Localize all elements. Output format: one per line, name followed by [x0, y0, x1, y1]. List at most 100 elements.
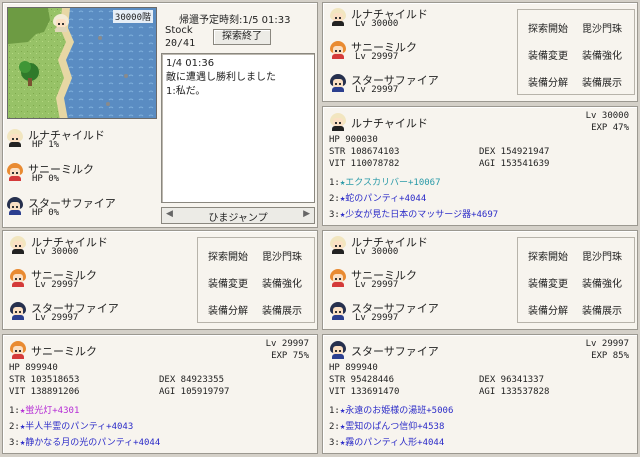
detail-str: STR 95428446: [329, 375, 395, 385]
equip-strengthen-button[interactable]: 装備強化: [582, 275, 622, 290]
detail-vit: VIT 133691470: [329, 387, 400, 397]
character-detail-sunny[interactable]: サニーミルク Lv 29997 EXP 75% HP 899940 STR 10…: [2, 334, 318, 454]
equip-slot-3[interactable]: 3:★少女が見た日本のマッサージ器+4697: [329, 207, 498, 220]
detail-vit: VIT 110078782: [329, 159, 400, 169]
dungeon-party-member-3[interactable]: スターサファイア HP 0%: [6, 195, 156, 223]
equip-change-button[interactable]: 装備変更: [528, 275, 568, 290]
member-level: Lv 30000: [355, 247, 399, 257]
command-menu: 探索開始 毘沙門珠 装備変更 装備強化 装備分解 装備展示: [197, 237, 315, 323]
character-detail-luna[interactable]: ルナチャイルド Lv 30000 EXP 47% HP 900030 STR 1…: [322, 106, 638, 226]
equip-display-button[interactable]: 装備展示: [582, 302, 622, 317]
end-explore-button[interactable]: 探索終了: [213, 29, 271, 45]
equip-slot-2[interactable]: 2:★蛇のパンティ+4044: [329, 191, 426, 204]
equip-name: 蛇のパンティ+4044: [345, 194, 427, 204]
party-member-3[interactable]: スターサファイア Lv 29997: [329, 72, 509, 100]
party-member-1[interactable]: ルナチャイルド Lv 30000: [329, 6, 509, 34]
detail-hp: HP 900030: [329, 135, 378, 145]
equip-strengthen-button[interactable]: 装備強化: [582, 47, 622, 62]
party-panel-1: ルナチャイルド Lv 30000 サニーミルク Lv 29997 スターサファイ…: [322, 2, 638, 102]
party-member-2[interactable]: サニーミルク Lv 29997: [329, 39, 509, 67]
equip-name: 蛍光灯+4301: [25, 406, 80, 416]
equip-slot-number: 3:: [329, 438, 340, 448]
detail-vit: VIT 138891206: [9, 387, 80, 397]
sunny-milk-avatar-icon: [329, 269, 347, 287]
equip-strengthen-button[interactable]: 装備強化: [262, 275, 302, 290]
dungeon-panel: 30000階 帰還予定時刻:1/5 01:33 Stock 20/41 探索終了…: [2, 2, 318, 228]
luna-child-avatar-icon: [329, 236, 347, 254]
dungeon-party-member-2[interactable]: サニーミルク HP 0%: [6, 161, 156, 189]
party-member-3[interactable]: スターサファイア Lv 29997: [9, 300, 189, 328]
member-level: Lv 30000: [355, 19, 399, 29]
equip-name: 静かなる月の光のパンティ+4044: [25, 438, 161, 448]
member-level: Lv 30000: [35, 247, 79, 257]
star-sapphire-avatar-icon: [6, 197, 24, 215]
equip-disassemble-button[interactable]: 装備分解: [528, 302, 568, 317]
detail-name: スターサファイア: [351, 345, 439, 358]
explore-start-button[interactable]: 探索開始: [208, 248, 248, 263]
party-member-2[interactable]: サニーミルク Lv 29997: [9, 267, 189, 295]
hima-jump-button[interactable]: ひまジャンプ: [162, 209, 314, 224]
equip-name: 半人半霊のパンティ+4043: [25, 422, 134, 432]
member-level: Lv 29997: [35, 313, 79, 323]
equip-slot-number: 1:: [329, 178, 340, 188]
star-sapphire-avatar-icon: [329, 341, 347, 359]
detail-name: サニーミルク: [31, 345, 97, 358]
luna-child-avatar-icon: [6, 129, 24, 147]
member-level: Lv 29997: [355, 85, 399, 95]
map-terrain: [8, 8, 156, 118]
bishamon-orb-button[interactable]: 毘沙門珠: [582, 20, 622, 35]
detail-exp: EXP 75%: [271, 351, 309, 361]
detail-str: STR 103518653: [9, 375, 80, 385]
equip-slot-1[interactable]: 1:★永遠のお姫様の湯班+5006: [329, 403, 453, 416]
equip-change-button[interactable]: 装備変更: [528, 47, 568, 62]
detail-agi: AGI 153541639: [479, 159, 550, 169]
detail-exp: EXP 47%: [591, 123, 629, 133]
star-sapphire-avatar-icon: [329, 302, 347, 320]
detail-dex: DEX 96341337: [479, 375, 545, 385]
equip-slot-1[interactable]: 1:★蛍光灯+4301: [9, 403, 79, 416]
detail-str: STR 108674103: [329, 147, 400, 157]
party-member-3[interactable]: スターサファイア Lv 29997: [329, 300, 509, 328]
equip-slot-1[interactable]: 1:★エクスカリバー+10067: [329, 175, 441, 188]
log-line: 1/4 01:36: [166, 58, 215, 69]
command-menu: 探索開始 毘沙門珠 装備変更 装備強化 装備分解 装備展示: [517, 9, 635, 95]
party-member-1[interactable]: ルナチャイルド Lv 30000: [329, 234, 509, 262]
equip-display-button[interactable]: 装備展示: [262, 302, 302, 317]
stock-label: Stock: [165, 25, 193, 36]
return-time: 帰還予定時刻:1/5 01:33: [179, 15, 291, 26]
equip-display-button[interactable]: 装備展示: [582, 74, 622, 89]
sunny-milk-avatar-icon: [9, 269, 27, 287]
dungeon-map[interactable]: 30000階: [7, 7, 157, 119]
explore-start-button[interactable]: 探索開始: [528, 248, 568, 263]
equip-slot-number: 3:: [329, 210, 340, 220]
detail-exp: EXP 85%: [591, 351, 629, 361]
jump-next-arrow-icon[interactable]: ▶: [303, 209, 310, 219]
member-hp: HP 0%: [32, 174, 60, 184]
equip-disassemble-button[interactable]: 装備分解: [528, 74, 568, 89]
equip-slot-number: 1:: [9, 406, 20, 416]
bishamon-orb-button[interactable]: 毘沙門珠: [582, 248, 622, 263]
star-sapphire-avatar-icon: [9, 302, 27, 320]
party-member-2[interactable]: サニーミルク Lv 29997: [329, 267, 509, 295]
bishamon-orb-button[interactable]: 毘沙門珠: [262, 248, 302, 263]
luna-child-avatar-icon: [329, 113, 347, 131]
equip-slot-number: 2:: [329, 194, 340, 204]
character-detail-star[interactable]: スターサファイア Lv 29997 EXP 85% HP 899940 STR …: [322, 334, 638, 454]
party-member-1[interactable]: ルナチャイルド Lv 30000: [9, 234, 189, 262]
command-menu: 探索開始 毘沙門珠 装備変更 装備強化 装備分解 装備展示: [517, 237, 635, 323]
equip-slot-number: 3:: [9, 438, 20, 448]
dungeon-party-member-1[interactable]: ルナチャイルド HP 1%: [6, 127, 156, 155]
equip-name: 永遠のお姫様の湯班+5006: [345, 406, 454, 416]
equip-slot-2[interactable]: 2:★霊知のぱんつ信仰+4538: [329, 419, 444, 432]
detail-agi: AGI 133537828: [479, 387, 550, 397]
battle-log[interactable]: 1/4 01:36 敵に遭遇し勝利しました 1:私だ。: [161, 53, 315, 203]
detail-level: Lv 30000: [585, 111, 629, 121]
equip-change-button[interactable]: 装備変更: [208, 275, 248, 290]
equip-slot-3[interactable]: 3:★静かなる月の光のパンティ+4044: [9, 435, 160, 448]
explore-start-button[interactable]: 探索開始: [528, 20, 568, 35]
equip-slot-2[interactable]: 2:★半人半霊のパンティ+4043: [9, 419, 133, 432]
floor-label: 30000階: [112, 10, 153, 23]
equip-disassemble-button[interactable]: 装備分解: [208, 302, 248, 317]
player-marker-icon: [52, 14, 70, 32]
equip-slot-3[interactable]: 3:★霧のパンティ人形+4044: [329, 435, 444, 448]
